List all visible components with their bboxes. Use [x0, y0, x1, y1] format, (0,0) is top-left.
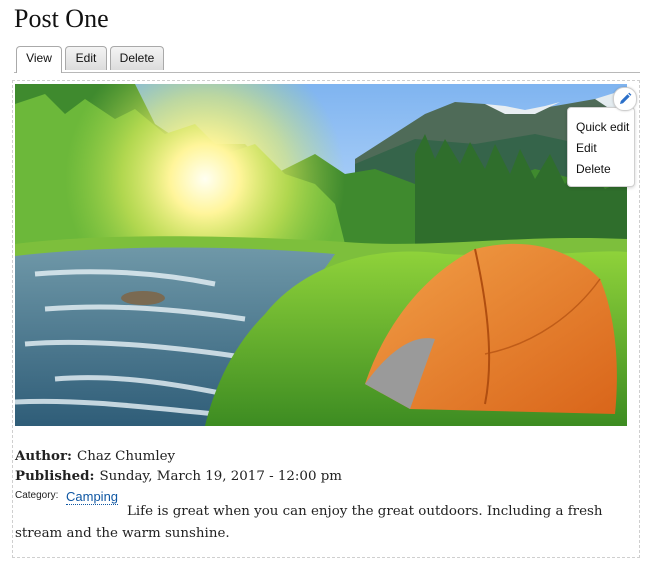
- article-image: [15, 84, 627, 426]
- page: Post One View Edit Delete Quick edit Edi…: [0, 0, 650, 567]
- author-label: Author:: [15, 448, 72, 464]
- tab-delete[interactable]: Delete: [110, 46, 164, 70]
- menu-item-delete[interactable]: Delete: [576, 162, 611, 176]
- published-value: Sunday, March 19, 2017 - 12:00 pm: [99, 469, 342, 484]
- published-field: Published: Sunday, March 19, 2017 - 12:00…: [15, 468, 342, 484]
- contextual-links-menu: Quick edit Edit Delete: [567, 107, 635, 187]
- category-label: Category:: [15, 490, 59, 501]
- tab-view[interactable]: View: [16, 46, 62, 73]
- pencil-icon: [620, 92, 632, 104]
- menu-item-edit[interactable]: Edit: [576, 141, 597, 155]
- camping-scene-image: [15, 84, 627, 426]
- body-content: Life is great when you can enjoy the gre…: [15, 504, 603, 541]
- author-value: Chaz Chumley: [76, 449, 176, 464]
- published-label: Published:: [15, 468, 95, 484]
- body-text: Life is great when you can enjoy the gre…: [15, 501, 635, 545]
- page-title: Post One: [14, 4, 109, 33]
- tab-edit[interactable]: Edit: [65, 46, 107, 70]
- author-field: Author: Chaz Chumley: [15, 448, 175, 464]
- local-tasks-tabs: View Edit Delete: [14, 46, 640, 73]
- menu-item-quick-edit[interactable]: Quick edit: [576, 120, 629, 134]
- node-article: Quick edit Edit Delete Author: Chaz Chuml…: [12, 80, 640, 558]
- contextual-links-trigger[interactable]: [613, 87, 637, 111]
